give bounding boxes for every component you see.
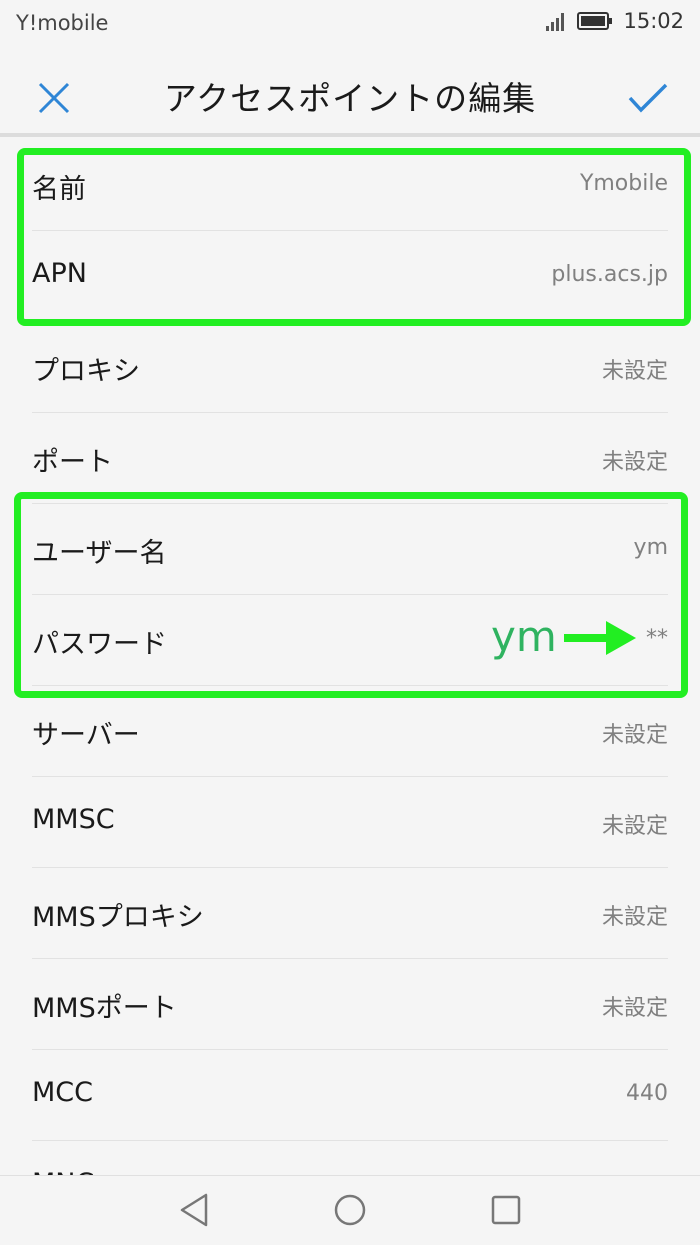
app-header: アクセスポイントの編集 (0, 48, 700, 136)
setting-row-apn[interactable]: APN plus.acs.jp (32, 231, 668, 322)
back-button[interactable] (174, 1190, 214, 1230)
recents-button[interactable] (486, 1190, 526, 1230)
status-icons: 15:02 (545, 9, 684, 33)
setting-row-username[interactable]: ユーザー名 ym (32, 504, 668, 595)
row-label: 名前 (32, 174, 86, 205)
row-value: 未設定 (601, 905, 668, 930)
row-label: MMSC (32, 804, 115, 835)
setting-row-mcc[interactable]: MCC 440 (32, 1050, 668, 1141)
row-value: plus.acs.jp (551, 262, 668, 287)
confirm-button[interactable] (620, 70, 676, 126)
battery-icon (577, 12, 613, 30)
setting-row-mmsc[interactable]: MMSC 未設定 (32, 777, 668, 868)
back-triangle-icon (180, 1193, 208, 1227)
system-nav-bar (0, 1175, 700, 1245)
recents-square-icon (491, 1195, 521, 1225)
home-button[interactable] (330, 1190, 370, 1230)
row-label: APN (32, 258, 87, 289)
setting-row-mms-proxy[interactable]: MMSプロキシ 未設定 (32, 868, 668, 959)
row-value: 440 (626, 1081, 668, 1106)
status-bar: Y!mobile 15:02 (0, 0, 700, 48)
row-label: MCC (32, 1077, 94, 1108)
row-value: 未設定 (601, 723, 668, 748)
apn-settings-list: 名前 Ymobile APN plus.acs.jp プロキシ 未設定 ポート … (0, 140, 700, 1232)
row-value: Ymobile (579, 171, 668, 196)
check-icon (628, 83, 668, 113)
setting-row-proxy[interactable]: プロキシ 未設定 (32, 322, 668, 413)
row-value: 未設定 (601, 359, 668, 384)
row-label: パスワード (32, 629, 167, 660)
setting-row-port[interactable]: ポート 未設定 (32, 413, 668, 504)
row-label: プロキシ (32, 356, 140, 387)
carrier-name: Y!mobile (16, 11, 109, 35)
row-label: ポート (32, 447, 113, 478)
clock: 15:02 (623, 9, 684, 33)
row-label: MMSプロキシ (32, 902, 204, 933)
setting-row-mms-port[interactable]: MMSポート 未設定 (32, 959, 668, 1050)
row-value: ym (633, 535, 668, 560)
row-value: ** (646, 626, 668, 651)
row-label: MMSポート (32, 993, 177, 1024)
signal-icon (546, 13, 565, 31)
setting-row-name[interactable]: 名前 Ymobile (32, 140, 668, 231)
row-value: 未設定 (601, 996, 668, 1021)
arrow-right-icon (564, 621, 636, 655)
header-divider (0, 133, 700, 137)
row-label: ユーザー名 (32, 538, 167, 569)
row-value: 未設定 (601, 450, 668, 475)
row-value: 未設定 (601, 814, 668, 839)
annotation-text: ym (491, 612, 557, 661)
setting-row-server[interactable]: サーバー 未設定 (32, 686, 668, 777)
page-title: アクセスポイントの編集 (163, 79, 537, 118)
row-label: サーバー (32, 720, 140, 751)
home-circle-icon (334, 1194, 366, 1226)
